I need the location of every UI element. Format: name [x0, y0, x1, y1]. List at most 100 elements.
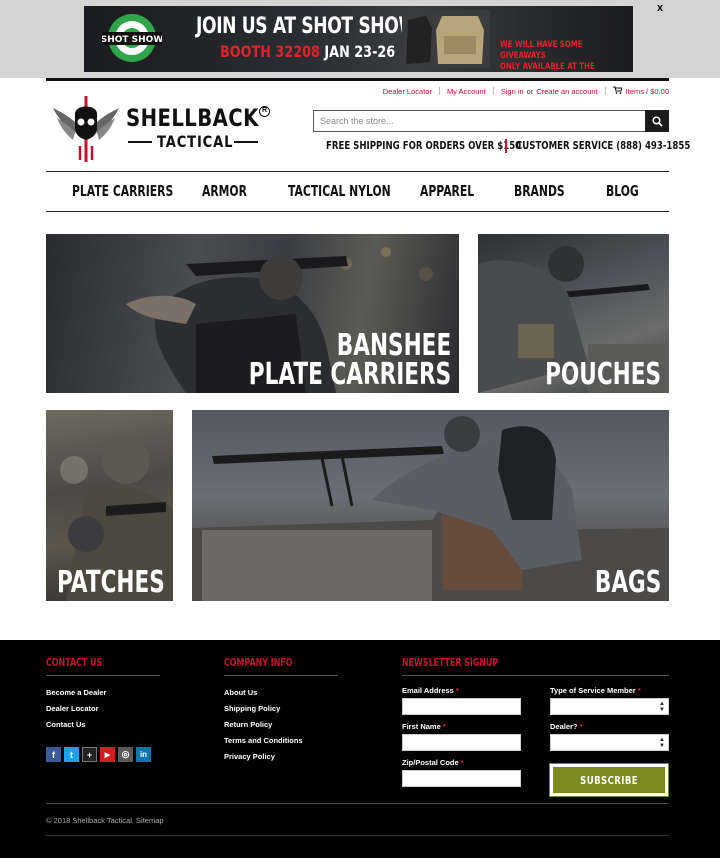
promo-area: SHOT SHOW JOIN US AT SHOT SHOW! BOOTH 32… — [0, 0, 720, 78]
email-field[interactable] — [402, 698, 521, 715]
plate-carrier-product-image — [402, 10, 490, 68]
cart-summary: Items / $0.00 — [625, 87, 669, 96]
tile-plate-label: BANSHEE PLATE CARRIERS — [248, 331, 451, 392]
tile-bags-label: BAGS — [594, 564, 661, 600]
nav-apparel[interactable]: APPAREL — [420, 182, 474, 200]
free-shipping-note: FREE SHIPPING FOR ORDERS OVER $150 — [326, 139, 522, 152]
tile-banshee-plate-carriers[interactable]: BANSHEE PLATE CARRIERS — [46, 234, 459, 393]
utility-nav: Dealer Locator My Account Sign in or Cre… — [383, 86, 669, 96]
tile-bags[interactable]: BAGS — [192, 410, 669, 601]
create-account-link[interactable]: Create an account — [536, 87, 597, 96]
copyright-text: © 2018 Shellback Tactical. Sitemap — [46, 816, 164, 825]
tile-patches[interactable]: PATCHES — [46, 410, 173, 601]
header-top-rule — [46, 78, 669, 81]
promo-giveaway-line2: ONLY AVAILABLE AT THE SHOW. — [500, 62, 595, 72]
promo-dates: JAN 23-26 — [324, 42, 396, 61]
cart-icon — [612, 86, 622, 94]
shellback-skull-logo-icon[interactable] — [50, 94, 122, 162]
required-mark: * — [460, 758, 464, 767]
customer-service-note: CUSTOMER SERVICE (888) 493-1855 — [516, 139, 691, 152]
main-nav: PLATE CARRIERS ARMOR TACTICAL NYLON APPA… — [46, 171, 669, 212]
contact-us-link[interactable]: Contact Us — [46, 720, 86, 729]
youtube-icon[interactable]: ▶ — [100, 747, 115, 762]
brand-sub-rule — [128, 141, 152, 143]
registered-mark: R — [259, 106, 270, 117]
my-account-link[interactable]: My Account — [447, 87, 486, 96]
subscribe-button[interactable]: SUBSCRIBE — [549, 763, 669, 797]
sign-in-link[interactable]: Sign in — [501, 87, 524, 96]
utility-divider — [492, 87, 494, 95]
dealer-locator-link[interactable]: Dealer Locator — [383, 87, 432, 96]
or-text: or — [526, 86, 534, 96]
brand-sub-rule — [234, 141, 258, 143]
contact-heading: CONTACT US — [46, 656, 103, 669]
nav-plate-carriers[interactable]: PLATE CARRIERS — [72, 182, 173, 200]
info-divider — [505, 139, 507, 153]
required-mark: * — [637, 686, 641, 695]
tile-pouches-label: POUCHES — [545, 356, 661, 392]
terms-link[interactable]: Terms and Conditions — [224, 736, 303, 745]
service-member-label-text: Type of Service Member — [550, 686, 636, 695]
dealer-label: Dealer? * — [550, 722, 583, 731]
footer-dealer-locator-link[interactable]: Dealer Locator — [46, 704, 99, 713]
zip-label-text: Zip/Postal Code — [402, 758, 459, 767]
shot-show-banner[interactable]: SHOT SHOW JOIN US AT SHOT SHOW! BOOTH 32… — [84, 6, 633, 72]
return-policy-link[interactable]: Return Policy — [224, 720, 272, 729]
required-mark: * — [579, 722, 583, 731]
google-plus-icon[interactable]: + — [82, 747, 97, 762]
brand-name: SHELLBACK — [126, 104, 259, 132]
dealer-label-text: Dealer? — [550, 722, 578, 731]
tile-pouches[interactable]: POUCHES — [478, 234, 669, 393]
nav-tactical-nylon[interactable]: TACTICAL NYLON — [288, 182, 391, 200]
zip-field[interactable] — [402, 770, 521, 787]
nav-armor[interactable]: ARMOR — [202, 182, 247, 200]
footer-bottom-divider — [46, 835, 669, 836]
linkedin-icon[interactable]: in — [136, 747, 151, 762]
required-mark: * — [455, 686, 459, 695]
instagram-icon[interactable]: ◎ — [118, 747, 133, 762]
search-input[interactable] — [313, 110, 646, 132]
first-name-field[interactable] — [402, 734, 521, 751]
about-us-link[interactable]: About Us — [224, 688, 257, 697]
nav-blog[interactable]: BLOG — [606, 182, 639, 200]
first-name-label: First Name * — [402, 722, 446, 731]
newsletter-heading: NEWSLETTER SIGNUP — [402, 656, 499, 669]
tile-patches-label: PATCHES — [57, 564, 165, 600]
promo-giveaway-line1: WE WILL HAVE SOME GIVEAWAYS — [500, 40, 583, 61]
close-icon[interactable]: x — [654, 2, 666, 16]
promo-booth: BOOTH 32208 JAN 23-26 — [220, 42, 395, 61]
brand-subtitle: TACTICAL — [157, 132, 234, 151]
promo-logo-text: SHOT SHOW — [102, 35, 162, 45]
footer-divider — [46, 803, 669, 804]
become-dealer-link[interactable]: Become a Dealer — [46, 688, 106, 697]
privacy-policy-link[interactable]: Privacy Policy — [224, 752, 275, 761]
select-arrows-icon: ▲ ▼ — [659, 701, 665, 713]
select-arrows-icon: ▲ ▼ — [659, 737, 665, 749]
newsletter-heading-rule — [402, 675, 669, 676]
promo-headline: JOIN US AT SHOT SHOW! — [196, 14, 425, 39]
utility-divider — [438, 87, 440, 95]
shot-show-logo: SHOT SHOW — [102, 14, 162, 62]
promo-booth-number: BOOTH 32208 — [220, 42, 320, 61]
utility-divider — [604, 87, 606, 95]
twitter-icon[interactable]: t — [64, 747, 79, 762]
company-heading-rule — [224, 675, 338, 676]
nav-brands[interactable]: BRANDS — [514, 182, 565, 200]
cart-link[interactable]: Items / $0.00 — [612, 86, 669, 96]
subscribe-label: SUBSCRIBE — [580, 773, 638, 787]
service-member-select[interactable]: ▲ ▼ — [550, 698, 669, 715]
company-heading: COMPANY INFO — [224, 656, 293, 669]
contact-heading-rule — [46, 675, 160, 676]
email-label: Email Address * — [402, 686, 459, 695]
zip-label: Zip/Postal Code * — [402, 758, 464, 767]
shipping-policy-link[interactable]: Shipping Policy — [224, 704, 280, 713]
required-mark: * — [442, 722, 446, 731]
first-name-label-text: First Name — [402, 722, 441, 731]
search-button[interactable] — [645, 110, 669, 132]
facebook-icon[interactable]: f — [46, 747, 61, 762]
tile-plate-label-line2: PLATE CARRIERS — [248, 356, 451, 392]
search-icon — [651, 115, 663, 127]
email-label-text: Email Address — [402, 686, 454, 695]
service-member-label: Type of Service Member * — [550, 686, 641, 695]
dealer-select[interactable]: ▲ ▼ — [550, 734, 669, 751]
